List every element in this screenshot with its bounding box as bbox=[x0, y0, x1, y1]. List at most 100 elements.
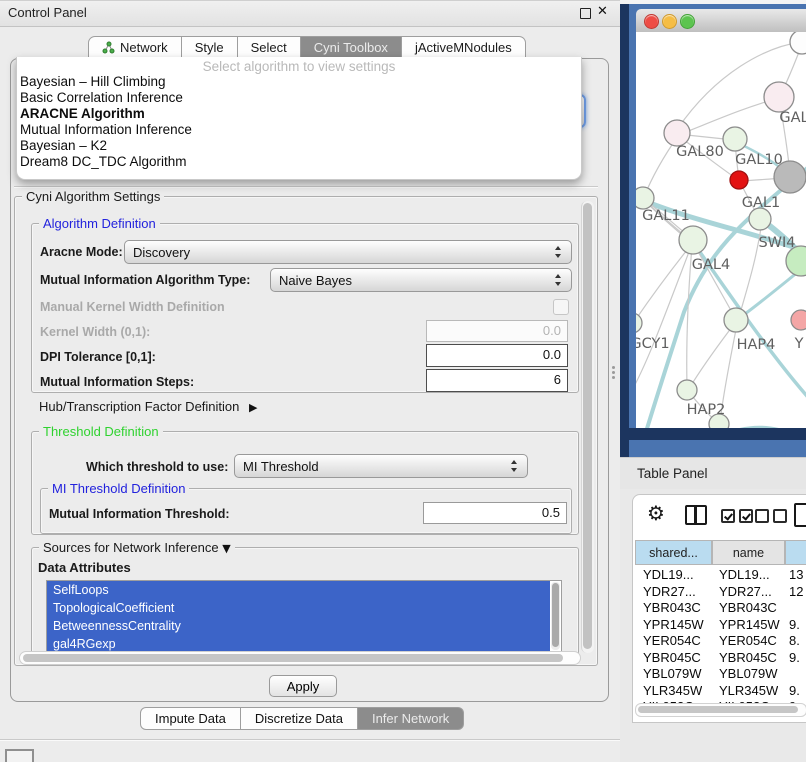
algorithm-popup: Select algorithm to view settings Bayesi… bbox=[16, 57, 582, 180]
mi-threshold-group-title: MI Threshold Definition bbox=[48, 481, 189, 496]
node-gcy1[interactable] bbox=[636, 313, 642, 333]
data-attributes-list[interactable]: SelfLoops TopologicalCoefficient Between… bbox=[46, 580, 562, 652]
tab-network-label: Network bbox=[120, 37, 168, 58]
stepper-arrows-icon bbox=[555, 274, 562, 286]
attribute-item[interactable]: BetweennessCentrality bbox=[47, 617, 550, 635]
node-gal1[interactable] bbox=[749, 208, 771, 230]
panel-splitter-grip[interactable] bbox=[611, 364, 616, 380]
attribute-item[interactable]: TopologicalCoefficient bbox=[47, 599, 550, 617]
table-panel-body: ⚙ shared... name YDL19...YDL19...13 YDR2… bbox=[620, 489, 806, 762]
column-header-shared-name[interactable]: shared... bbox=[635, 540, 712, 565]
hub-definition-expander[interactable]: Hub/Transcription Factor Definition ▶ bbox=[39, 399, 257, 414]
attribute-item[interactable]: SelfLoops bbox=[47, 581, 550, 599]
node-gal4[interactable] bbox=[679, 226, 707, 254]
settings-horizontal-scrollbar[interactable] bbox=[19, 651, 581, 665]
settings-vertical-scrollbar[interactable] bbox=[581, 201, 594, 653]
aracne-mode-combobox[interactable]: Discovery bbox=[124, 240, 572, 264]
algorithm-option[interactable]: Bayesian – Hill Climbing bbox=[17, 74, 581, 90]
dpi-tolerance-field[interactable]: 0.0 bbox=[426, 344, 568, 367]
table-row[interactable]: YBR045CYBR045C9. bbox=[633, 649, 806, 666]
chevron-down-icon: ▼ bbox=[222, 542, 230, 555]
manual-kernel-width-checkbox[interactable] bbox=[553, 299, 569, 315]
float-window-icon[interactable] bbox=[580, 8, 591, 19]
column-layout-icon[interactable] bbox=[685, 505, 707, 525]
node-gal11[interactable] bbox=[636, 187, 654, 209]
table-row[interactable]: YBR043CYBR043C bbox=[633, 599, 806, 616]
node[interactable] bbox=[764, 82, 794, 112]
table-row[interactable]: YPR145WYPR145W9. bbox=[633, 616, 806, 633]
network-graph: GAL GAL80 GAL10 GAL1 GAL11 SWI4 GAL4 GCY… bbox=[636, 32, 806, 428]
node-red-selected[interactable] bbox=[730, 171, 748, 189]
node-label: GAL bbox=[779, 110, 806, 126]
algorithm-option[interactable]: Bayesian – K2 bbox=[17, 138, 581, 154]
node-hap4[interactable] bbox=[724, 308, 748, 332]
column-header-partial[interactable] bbox=[785, 540, 806, 565]
node[interactable] bbox=[790, 32, 806, 54]
sources-group-title[interactable]: Sources for Network Inference ▼ bbox=[39, 540, 235, 555]
node-label: GAL11 bbox=[642, 208, 690, 224]
node-label: SWI4 bbox=[758, 235, 795, 251]
column-header-name[interactable]: name bbox=[712, 540, 785, 565]
divider bbox=[14, 186, 598, 188]
tab-style[interactable]: Style bbox=[182, 36, 238, 59]
node-label: GAL1 bbox=[742, 195, 780, 211]
tab-cyni-toolbox[interactable]: Cyni Toolbox bbox=[301, 36, 402, 59]
mi-algorithm-type-combobox[interactable]: Naive Bayes bbox=[270, 268, 572, 292]
control-panel-tabs: Network Style Select Cyni Toolbox jActiv… bbox=[88, 36, 526, 59]
window-close-button[interactable] bbox=[644, 14, 659, 29]
tab-network[interactable]: Network bbox=[88, 36, 182, 59]
algorithm-option-selected[interactable]: ARACNE Algorithm bbox=[17, 106, 581, 122]
tab-select[interactable]: Select bbox=[238, 36, 301, 59]
mi-steps-label: Mutual Information Steps: bbox=[40, 375, 194, 389]
node-hap2[interactable] bbox=[677, 380, 697, 400]
which-threshold-combobox[interactable]: MI Threshold bbox=[234, 454, 528, 478]
kernel-width-label: Kernel Width (0,1): bbox=[40, 325, 150, 339]
apply-button[interactable]: Apply bbox=[269, 675, 337, 697]
mi-threshold-field[interactable]: 0.5 bbox=[423, 502, 567, 524]
deselect-all-checkboxes-icon[interactable] bbox=[755, 509, 787, 523]
network-canvas[interactable]: GAL GAL80 GAL10 GAL1 GAL11 SWI4 GAL4 GCY… bbox=[636, 32, 806, 428]
table-row[interactable]: YER054CYER054C8. bbox=[633, 632, 806, 649]
attributes-list-scrollbar[interactable] bbox=[551, 582, 560, 650]
network-window-titlebar[interactable] bbox=[636, 9, 806, 33]
node-label: GAL4 bbox=[692, 257, 730, 273]
which-threshold-label: Which threshold to use: bbox=[86, 460, 228, 474]
attribute-item[interactable]: gal4RGexp bbox=[47, 635, 550, 652]
node-gal80[interactable] bbox=[664, 120, 690, 146]
app-root: Control Panel ✕ Network Style Select Cyn… bbox=[0, 0, 806, 762]
node-gal10[interactable] bbox=[723, 127, 747, 151]
network-nodes[interactable] bbox=[636, 32, 806, 428]
table-horizontal-scrollbar[interactable] bbox=[635, 703, 806, 717]
mi-threshold-label: Mutual Information Threshold: bbox=[49, 507, 230, 521]
aracne-mode-label: Aracne Mode: bbox=[40, 245, 123, 259]
algorithm-definition-group: Algorithm Definition Aracne Mode: Discov… bbox=[31, 223, 579, 393]
table-row[interactable]: YLR345WYLR345W9. bbox=[633, 682, 806, 699]
network-window: GAL GAL80 GAL10 GAL1 GAL11 SWI4 GAL4 GCY… bbox=[636, 9, 806, 428]
gear-icon[interactable]: ⚙ bbox=[647, 501, 665, 525]
table-row[interactable]: YDL19...YDL19...13 bbox=[633, 566, 806, 583]
algorithm-option[interactable]: Dream8 DC_TDC Algorithm bbox=[17, 154, 581, 170]
kernel-width-field[interactable]: 0.0 bbox=[426, 320, 568, 342]
desktop-top-strip bbox=[620, 0, 806, 4]
select-all-checkboxes-icon[interactable] bbox=[721, 509, 753, 523]
tab-infer-network[interactable]: Infer Network bbox=[358, 707, 464, 730]
node-salmon[interactable] bbox=[791, 310, 806, 330]
algorithm-option[interactable]: Basic Correlation Inference bbox=[17, 90, 581, 106]
window-zoom-button[interactable] bbox=[680, 14, 695, 29]
algorithm-definition-title: Algorithm Definition bbox=[39, 216, 160, 231]
table-row[interactable]: YBL079WYBL079W bbox=[633, 665, 806, 682]
chevron-right-icon: ▶ bbox=[249, 401, 257, 414]
data-attributes-label: Data Attributes bbox=[38, 560, 131, 575]
algorithm-option[interactable]: Mutual Information Inference bbox=[17, 122, 581, 138]
window-minimize-button[interactable] bbox=[662, 14, 677, 29]
table-row[interactable]: YDR27...YDR27...12 bbox=[633, 583, 806, 600]
tab-impute-data[interactable]: Impute Data bbox=[140, 707, 241, 730]
export-table-icon[interactable] bbox=[794, 503, 806, 527]
table-panel-titlebar: Table Panel bbox=[620, 457, 806, 491]
docked-panel-icon[interactable] bbox=[5, 749, 34, 762]
tab-discretize-data[interactable]: Discretize Data bbox=[241, 707, 358, 730]
table-panel-card: ⚙ shared... name YDL19...YDL19...13 YDR2… bbox=[632, 494, 806, 723]
mi-steps-field[interactable]: 6 bbox=[426, 369, 568, 392]
tab-jactivemnodules[interactable]: jActiveMNodules bbox=[402, 36, 526, 59]
close-icon[interactable]: ✕ bbox=[597, 4, 608, 19]
